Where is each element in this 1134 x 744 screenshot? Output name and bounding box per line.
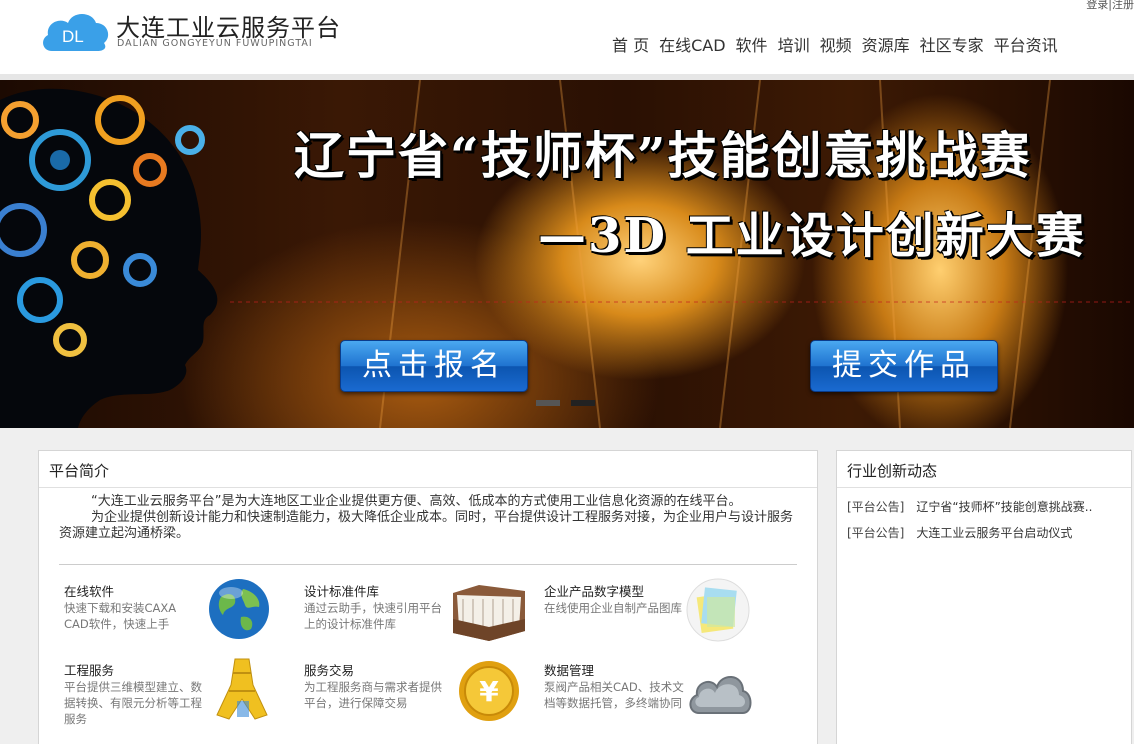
main-nav: 首 页 在线CAD 软件 培训 视频 资源库 社区专家 平台资讯 xyxy=(612,32,1058,56)
nav-item-resources[interactable]: 资源库 xyxy=(862,32,910,56)
news-tag: [平台公告] xyxy=(847,526,905,540)
service-desc: 快速下载和安装CAXA CAD软件，快速上手 xyxy=(64,601,177,631)
news-link[interactable]: 辽宁省“技师杯”技能创意挑战赛.. xyxy=(916,500,1092,514)
news-link[interactable]: 大连工业云服务平台启动仪式 xyxy=(916,526,1072,540)
nav-item-video[interactable]: 视频 xyxy=(820,32,852,56)
service-desc: 平台提供三维模型建立、数据转换、有限元分析等工程服务 xyxy=(64,680,202,726)
intro-text: “大连工业云服务平台”是为大连地区工业企业提供更方便、高效、低成本的方式使用工业… xyxy=(59,494,804,542)
service-name[interactable]: 设计标准件库 xyxy=(304,581,379,600)
globe-icon[interactable] xyxy=(207,577,271,641)
folder-icon[interactable] xyxy=(449,579,529,643)
intro-paragraph-2: 为企业提供创新设计能力和快速制造能力，极大降低企业成本。同时，平台提供设计工程服… xyxy=(59,510,794,541)
news-item[interactable]: [平台公告] 大连工业云服务平台启动仪式 xyxy=(847,524,1072,541)
service-name[interactable]: 企业产品数字模型 xyxy=(544,581,644,600)
nav-item-news[interactable]: 平台资讯 xyxy=(994,32,1058,56)
site-subtitle: DALIAN GONGYEYUN FUWUPINGTAI xyxy=(117,38,313,49)
intro-panel-title: 平台简介 xyxy=(49,462,110,480)
nav-item-experts[interactable]: 社区专家 xyxy=(920,32,984,56)
panel-divider xyxy=(39,487,817,488)
news-tag: [平台公告] xyxy=(847,500,905,514)
hero-banner[interactable]: 辽宁省“技师杯”技能创意挑战赛 —3D 工业设计创新大赛 点击报名 提交作品 xyxy=(0,80,1134,428)
site-header: DL 大连工业云服务平台 DALIAN GONGYEYUN FUWUPINGTA… xyxy=(0,0,1134,74)
login-register-link[interactable]: 登录|注册 xyxy=(1086,0,1134,12)
banner-headline: 辽宁省“技师杯”技能创意挑战赛 xyxy=(294,126,1032,185)
submit-work-button[interactable]: 提交作品 xyxy=(810,340,998,392)
news-panel-title: 行业创新动态 xyxy=(847,462,938,480)
nav-item-online-cad[interactable]: 在线CAD xyxy=(659,32,725,56)
platform-intro-panel: 平台简介 “大连工业云服务平台”是为大连地区工业企业提供更方便、高效、低成本的方… xyxy=(38,450,818,744)
notes-icon[interactable] xyxy=(685,577,751,643)
carousel-dot-2[interactable] xyxy=(571,400,595,406)
banner-subheadline: —3D 工业设计创新大赛 xyxy=(538,208,1086,264)
logo-cloud-icon[interactable]: DL xyxy=(40,9,112,53)
service-desc: 在线使用企业自制产品图库 xyxy=(544,601,682,615)
cloud-icon[interactable] xyxy=(685,665,755,721)
industry-news-panel: 行业创新动态 [平台公告] 辽宁省“技师杯”技能创意挑战赛.. [平台公告] 大连工… xyxy=(836,450,1132,744)
panel-divider xyxy=(837,487,1131,488)
service-name[interactable]: 在线软件 xyxy=(64,581,114,600)
service-desc: 为工程服务商与需求者提供平台，进行保障交易 xyxy=(304,680,442,710)
logo-mark: DL xyxy=(62,27,84,46)
news-item[interactable]: [平台公告] 辽宁省“技师杯”技能创意挑战赛.. xyxy=(847,498,1092,515)
intro-divider xyxy=(59,564,797,565)
tower-icon[interactable] xyxy=(207,655,277,725)
nav-item-software[interactable]: 软件 xyxy=(736,32,768,56)
carousel-dot-1[interactable] xyxy=(536,400,560,406)
service-desc: 泵阀产品相关CAD、技术文档等数据托管，多终端协同 xyxy=(544,680,684,710)
yuan-coin-icon[interactable]: ¥ xyxy=(457,659,521,723)
nav-item-home[interactable]: 首 页 xyxy=(612,32,649,56)
svg-text:¥: ¥ xyxy=(479,675,499,708)
service-name[interactable]: 数据管理 xyxy=(544,660,594,679)
service-name[interactable]: 服务交易 xyxy=(304,660,354,679)
signup-button[interactable]: 点击报名 xyxy=(340,340,528,392)
service-desc: 通过云助手，快速引用平台上的设计标准件库 xyxy=(304,601,442,631)
service-name[interactable]: 工程服务 xyxy=(64,660,114,679)
intro-paragraph-1: “大连工业云服务平台”是为大连地区工业企业提供更方便、高效、低成本的方式使用工业… xyxy=(91,494,742,509)
nav-item-training[interactable]: 培训 xyxy=(778,32,810,56)
